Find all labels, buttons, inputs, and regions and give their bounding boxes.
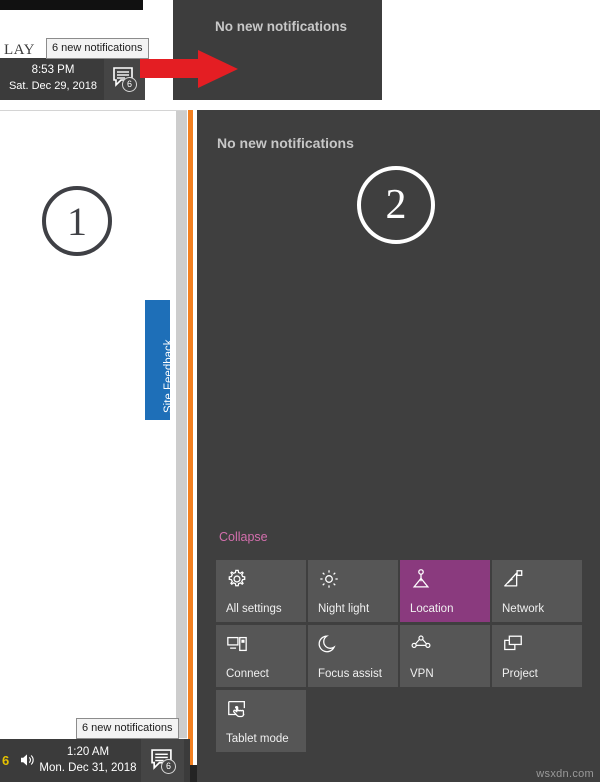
gear-icon xyxy=(226,568,248,590)
main-content: 1 Site Feedback No new notifications 2 C… xyxy=(0,110,600,782)
quick-action-tile-label: Night light xyxy=(318,603,370,615)
taskbar-top: 8:53 PM Sat. Dec 29, 2018 6 xyxy=(0,58,145,100)
tablet-hand-icon xyxy=(226,698,248,720)
quick-action-tile-location[interactable]: Location xyxy=(400,560,490,622)
screenshot-root: LAY 6 new notifications 8:53 PM Sat. Dec… xyxy=(0,0,600,782)
right-arrow-icon xyxy=(140,50,238,88)
quick-action-tile-network[interactable]: Network xyxy=(492,560,582,622)
quick-action-tile-label: All settings xyxy=(226,603,282,615)
project-icon xyxy=(502,633,524,655)
quick-action-tile-project[interactable]: Project xyxy=(492,625,582,687)
quick-action-tile-label: Focus assist xyxy=(318,668,382,680)
quick-action-tile-label: Tablet mode xyxy=(226,733,289,745)
taskbar-bottom-date: Mon. Dec 31, 2018 xyxy=(39,762,137,774)
step-marker-one: 1 xyxy=(42,186,112,256)
quick-action-tile-all-settings[interactable]: All settings xyxy=(216,560,306,622)
quick-action-tile-focus-assist[interactable]: Focus assist xyxy=(308,625,398,687)
top-capture-strip: LAY 6 new notifications 8:53 PM Sat. Dec… xyxy=(0,0,600,110)
moon-icon xyxy=(318,633,340,655)
wifi-icon xyxy=(502,568,524,590)
speaker-icon[interactable] xyxy=(18,751,36,774)
notification-panel-top-title: No new notifications xyxy=(215,19,348,34)
tray-overflow-count: 6 xyxy=(2,753,10,768)
brightness-icon xyxy=(318,568,340,590)
quick-action-tile-tablet-mode[interactable]: Tablet mode xyxy=(216,690,306,752)
action-center-panel: No new notifications 2 Collapse All sett… xyxy=(197,110,600,782)
quick-action-tile-label: VPN xyxy=(410,668,434,680)
site-feedback-tab[interactable]: Site Feedback xyxy=(145,300,175,420)
notification-count-badge-top: 6 xyxy=(122,77,137,92)
collapse-link[interactable]: Collapse xyxy=(219,530,268,544)
taskbar-bottom: 6 1:20 AM Mon. Dec 31, 2018 6 xyxy=(0,739,190,782)
quick-action-tile-connect[interactable]: Connect xyxy=(216,625,306,687)
action-center-title: No new notifications xyxy=(217,135,354,151)
bottom-capture-strip: 6 new notifications 6 1:20 AM Mon. Dec 3… xyxy=(0,718,197,782)
notification-count-badge-bottom: 6 xyxy=(161,759,176,774)
quick-action-tiles: All settings Night light Location Networ… xyxy=(216,560,584,752)
site-feedback-label: Site Feedback xyxy=(163,339,175,413)
quick-action-tile-label: Connect xyxy=(226,668,269,680)
black-edge-bar xyxy=(0,0,143,10)
notification-tooltip-top: 6 new notifications xyxy=(46,38,149,59)
taskbar-top-date: Sat. Dec 29, 2018 xyxy=(8,80,98,92)
page-text-fragment: LAY xyxy=(4,42,35,58)
notification-tooltip-bottom: 6 new notifications xyxy=(76,718,179,739)
quick-action-tile-night-light[interactable]: Night light xyxy=(308,560,398,622)
notification-center-button-top[interactable]: 6 xyxy=(104,58,145,100)
quick-action-tile-label: Project xyxy=(502,668,538,680)
step-marker-two: 2 xyxy=(357,166,435,244)
webpage-left-area: 1 xyxy=(0,110,176,782)
notification-center-button-bottom[interactable]: 6 xyxy=(141,739,184,782)
quick-action-tile-label: Network xyxy=(502,603,545,615)
taskbar-top-clock[interactable]: 8:53 PM Sat. Dec 29, 2018 xyxy=(6,62,100,94)
page-scrollbar-thumb[interactable] xyxy=(176,111,187,738)
connect-icon xyxy=(226,633,248,655)
watermark: wsxdn.com xyxy=(536,768,594,780)
vpn-icon xyxy=(410,633,432,655)
taskbar-top-time: 8:53 PM xyxy=(31,64,75,76)
location-pin-icon xyxy=(410,568,432,590)
quick-action-tile-label: Location xyxy=(410,603,454,615)
taskbar-bottom-time: 1:20 AM xyxy=(66,746,110,758)
quick-action-tile-vpn[interactable]: VPN xyxy=(400,625,490,687)
taskbar-bottom-clock[interactable]: 1:20 AM Mon. Dec 31, 2018 xyxy=(38,744,138,776)
